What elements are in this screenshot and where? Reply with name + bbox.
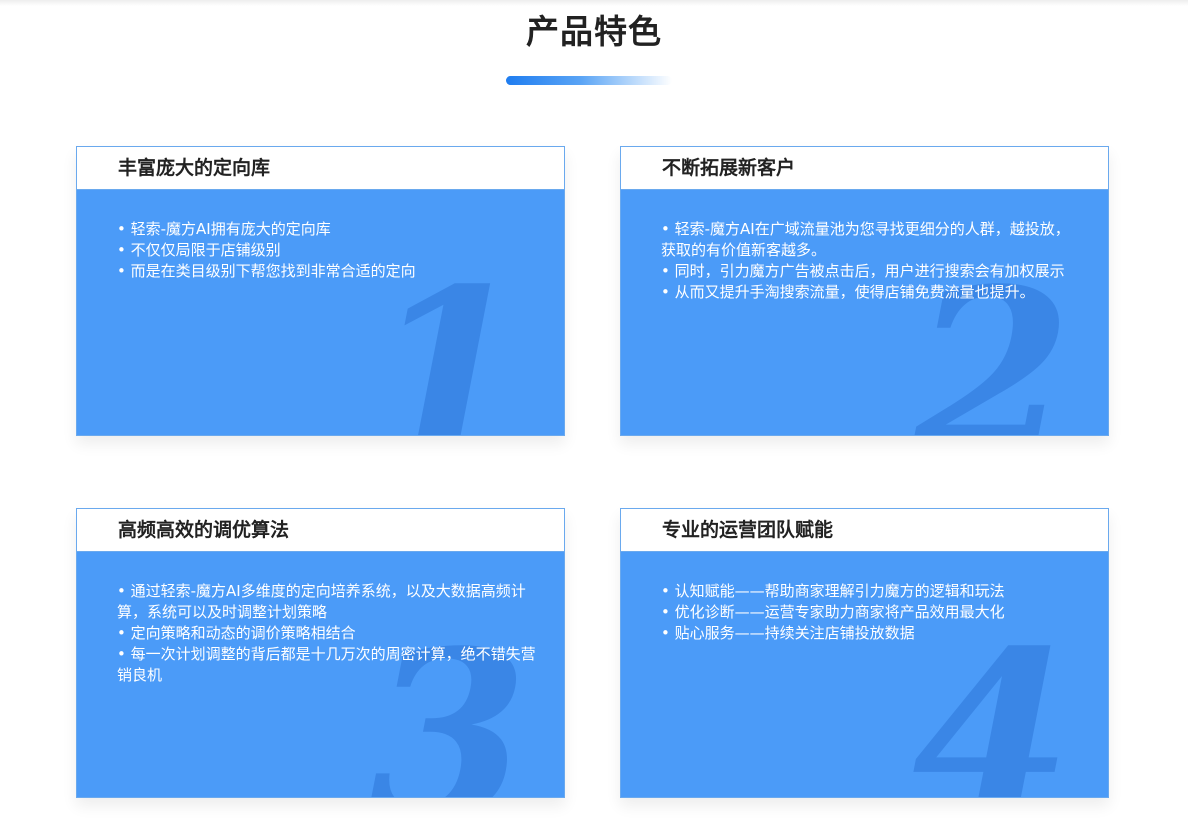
card-number-4: 4 [911, 601, 1072, 798]
card-feature-list: • 通过轻索-魔方AI多维度的定向培养系统，以及大数据高频计算，系统可以及时调整… [117, 581, 537, 686]
card-number-1: 1 [367, 239, 528, 436]
list-item: • 同时，引力魔方广告被点击后，用户进行搜索会有加权展示 [661, 262, 1065, 280]
top-shadow [0, 0, 1188, 6]
feature-card-2: 2 不断拓展新客户 • 轻索-魔方AI在广域流量池为您寻找更细分的人群，越投放，… [620, 146, 1109, 436]
list-item: • 从而又提升手淘搜索流量，使得店铺免费流量也提升。 [661, 283, 1035, 301]
card-feature-list: • 轻索-魔方AI在广域流量池为您寻找更细分的人群，越投放，获取的有价值新客越多… [661, 219, 1081, 303]
list-item: • 通过轻索-魔方AI多维度的定向培养系统，以及大数据高频计算，系统可以及时调整… [117, 582, 526, 621]
list-item: • 定向策略和动态的调价策略相结合 [117, 624, 356, 642]
card-title: 不断拓展新客户 [662, 157, 796, 179]
title-underline-bar [506, 76, 672, 85]
card-header: 丰富庞大的定向库 [77, 147, 564, 190]
list-item: • 而是在类目级别下帮您找到非常合适的定向 [117, 262, 416, 280]
list-item: • 轻索-魔方AI拥有庞大的定向库 [117, 220, 331, 238]
list-item: • 优化诊断——运营专家助力商家将产品效用最大化 [661, 603, 1005, 621]
card-header: 不断拓展新客户 [621, 147, 1108, 190]
card-title: 高频高效的调优算法 [118, 519, 290, 541]
card-header: 高频高效的调优算法 [77, 509, 564, 552]
list-item: • 每一次计划调整的背后都是十几万次的周密计算，绝不错失营销良机 [117, 645, 536, 684]
card-feature-list: • 轻索-魔方AI拥有庞大的定向库 • 不仅仅局限于店铺级别 • 而是在类目级别… [117, 219, 537, 282]
card-feature-list: • 认知赋能——帮助商家理解引力魔方的逻辑和玩法 • 优化诊断——运营专家助力商… [661, 581, 1081, 644]
list-item: • 轻索-魔方AI在广域流量池为您寻找更细分的人群，越投放，获取的有价值新客越多… [661, 220, 1070, 259]
list-item: • 贴心服务——持续关注店铺投放数据 [661, 624, 915, 642]
section-title: 产品特色 [526, 12, 662, 51]
card-title: 丰富庞大的定向库 [118, 157, 271, 179]
feature-card-1: 1 丰富庞大的定向库 • 轻索-魔方AI拥有庞大的定向库 • 不仅仅局限于店铺级… [76, 146, 565, 436]
feature-card-3: 3 高频高效的调优算法 • 通过轻索-魔方AI多维度的定向培养系统，以及大数据高… [76, 508, 565, 798]
list-item: • 认知赋能——帮助商家理解引力魔方的逻辑和玩法 [661, 582, 1005, 600]
card-header: 专业的运营团队赋能 [621, 509, 1108, 552]
product-features-section: 产品特色 1 丰富庞大的定向库 • 轻索-魔方AI拥有庞大的定向库 • 不仅仅局… [0, 0, 1188, 820]
list-item: • 不仅仅局限于店铺级别 [117, 241, 281, 259]
feature-card-4: 4 专业的运营团队赋能 • 认知赋能——帮助商家理解引力魔方的逻辑和玩法 • 优… [620, 508, 1109, 798]
card-title: 专业的运营团队赋能 [662, 519, 834, 541]
